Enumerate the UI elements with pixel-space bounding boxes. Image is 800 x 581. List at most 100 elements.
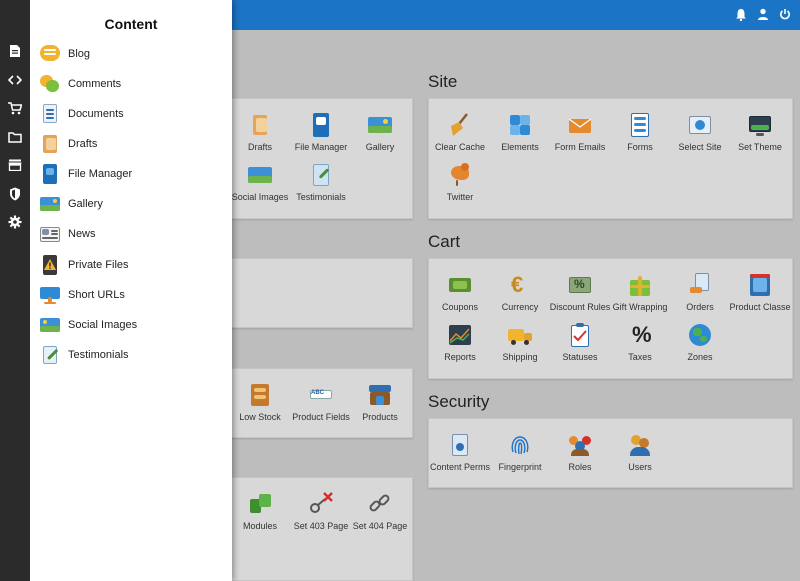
tile-set-403-page[interactable]: Set 403 Page (290, 491, 352, 541)
tile-low-stock[interactable]: Low Stock (229, 382, 291, 432)
tile-gift-wrapping[interactable]: Gift Wrapping (609, 272, 671, 322)
section-title-site: Site (428, 72, 458, 91)
drawer-item-label: Drafts (68, 138, 98, 150)
tile-reports[interactable]: Reports (429, 322, 491, 372)
drawer-item-blog[interactable]: Blog (40, 43, 90, 65)
folder-icon[interactable] (7, 129, 23, 145)
tile-orders[interactable]: Orders (669, 272, 731, 322)
news-icon (40, 224, 60, 244)
drawer-item-file-manager[interactable]: File Manager (40, 163, 132, 185)
tile-product-classes[interactable]: Product Classe (729, 272, 791, 322)
content-drawer: Content Blog Comments Documents Drafts F… (30, 0, 232, 581)
tile-elements[interactable]: Elements (489, 112, 551, 162)
tile-zones[interactable]: Zones (669, 322, 731, 372)
private-files-icon (40, 255, 60, 275)
drafts-icon (247, 112, 273, 138)
tile-form-emails[interactable]: Form Emails (549, 112, 611, 162)
tile-currency[interactable]: € Currency (489, 272, 551, 322)
store-icon[interactable] (7, 157, 23, 173)
tile-product-fields[interactable]: ABC Product Fields (290, 382, 352, 432)
section-title-security: Security (428, 392, 490, 411)
shield-icon[interactable] (7, 186, 23, 202)
tile-label: Product Classe (729, 302, 791, 312)
discount-rules-icon: % (567, 272, 593, 298)
drawer-item-label: Testimonials (68, 349, 129, 361)
tile-content-perms[interactable]: Content Perms (429, 432, 491, 482)
tile-testimonials[interactable]: Testimonials (290, 162, 352, 212)
product-fields-icon: ABC (308, 382, 334, 408)
user-icon[interactable] (756, 7, 770, 21)
document-icon[interactable] (7, 43, 23, 59)
gear-icon[interactable] (7, 214, 23, 230)
set-403-page-icon (308, 491, 334, 517)
drawer-item-label: News (68, 228, 96, 240)
tile-products[interactable]: Products (349, 382, 411, 432)
drawer-item-short-urls[interactable]: Short URLs (40, 284, 125, 306)
tile-fingerprint[interactable]: Fingerprint (489, 432, 551, 482)
tile-taxes[interactable]: % Taxes (609, 322, 671, 372)
drawer-item-news[interactable]: News (40, 223, 96, 245)
tile-statuses[interactable]: Statuses (549, 322, 611, 372)
section-title-cart: Cart (428, 232, 461, 251)
drawer-item-testimonials[interactable]: Testimonials (40, 344, 129, 366)
tile-discount-rules[interactable]: % Discount Rules (549, 272, 611, 322)
drawer-item-label: Comments (68, 78, 122, 90)
tile-label: Gallery (365, 142, 395, 152)
statuses-icon (567, 322, 593, 348)
bell-icon[interactable] (734, 7, 748, 21)
tile-label: Users (628, 462, 652, 472)
drawer-item-documents[interactable]: Documents (40, 103, 124, 125)
tile-roles[interactable]: Roles (549, 432, 611, 482)
envelope-icon (567, 112, 593, 138)
tile-shipping[interactable]: Shipping (489, 322, 551, 372)
tile-forms[interactable]: Forms (609, 112, 671, 162)
testimonials-icon (40, 345, 60, 365)
reports-icon (447, 322, 473, 348)
tile-label: Products (362, 412, 398, 422)
tile-coupons[interactable]: Coupons (429, 272, 491, 322)
product-classes-icon (747, 272, 773, 298)
shipping-icon (507, 322, 533, 348)
low-stock-icon (247, 382, 273, 408)
cart-icon[interactable] (7, 100, 23, 116)
code-icon[interactable] (7, 72, 23, 88)
social-images-icon (247, 162, 273, 188)
tile-clear-cache[interactable]: Clear Cache (429, 112, 491, 162)
drawer-item-social-images[interactable]: Social Images (40, 314, 137, 336)
drafts-icon (40, 134, 60, 154)
drawer-item-label: Social Images (68, 319, 138, 331)
tile-users[interactable]: Users (609, 432, 671, 482)
blog-icon (40, 44, 60, 64)
broom-icon (447, 112, 473, 138)
twitter-icon (447, 162, 473, 188)
select-site-icon (687, 112, 713, 138)
drawer-item-gallery[interactable]: Gallery (40, 193, 103, 215)
drawer-item-drafts[interactable]: Drafts (40, 133, 97, 155)
set-theme-icon (747, 112, 773, 138)
gallery-icon (40, 194, 60, 214)
gift-icon (627, 272, 653, 298)
users-icon (627, 432, 653, 458)
orders-icon (687, 272, 713, 298)
tile-twitter[interactable]: Twitter (429, 162, 491, 212)
drawer-item-comments[interactable]: Comments (40, 73, 121, 95)
tile-drafts[interactable]: Drafts (229, 112, 291, 162)
power-icon[interactable] (778, 7, 792, 21)
tile-select-site[interactable]: Select Site (669, 112, 731, 162)
tile-set-theme[interactable]: Set Theme (729, 112, 791, 162)
file-manager-icon (40, 164, 60, 184)
tile-gallery[interactable]: Gallery (349, 112, 411, 162)
documents-icon (40, 104, 60, 124)
form-icon (627, 112, 653, 138)
tile-file-manager[interactable]: File Manager (290, 112, 352, 162)
puzzle-icon (507, 112, 533, 138)
left-rail (0, 0, 30, 581)
content-perms-icon (447, 432, 473, 458)
drawer-item-label: Documents (68, 108, 124, 120)
drawer-item-private-files[interactable]: Private Files (40, 254, 129, 276)
tile-modules[interactable]: Modules (229, 491, 291, 541)
tile-social-images[interactable]: Social Images (229, 162, 291, 212)
products-icon (367, 382, 393, 408)
coupons-icon (447, 272, 473, 298)
tile-set-404-page[interactable]: Set 404 Page (349, 491, 411, 541)
